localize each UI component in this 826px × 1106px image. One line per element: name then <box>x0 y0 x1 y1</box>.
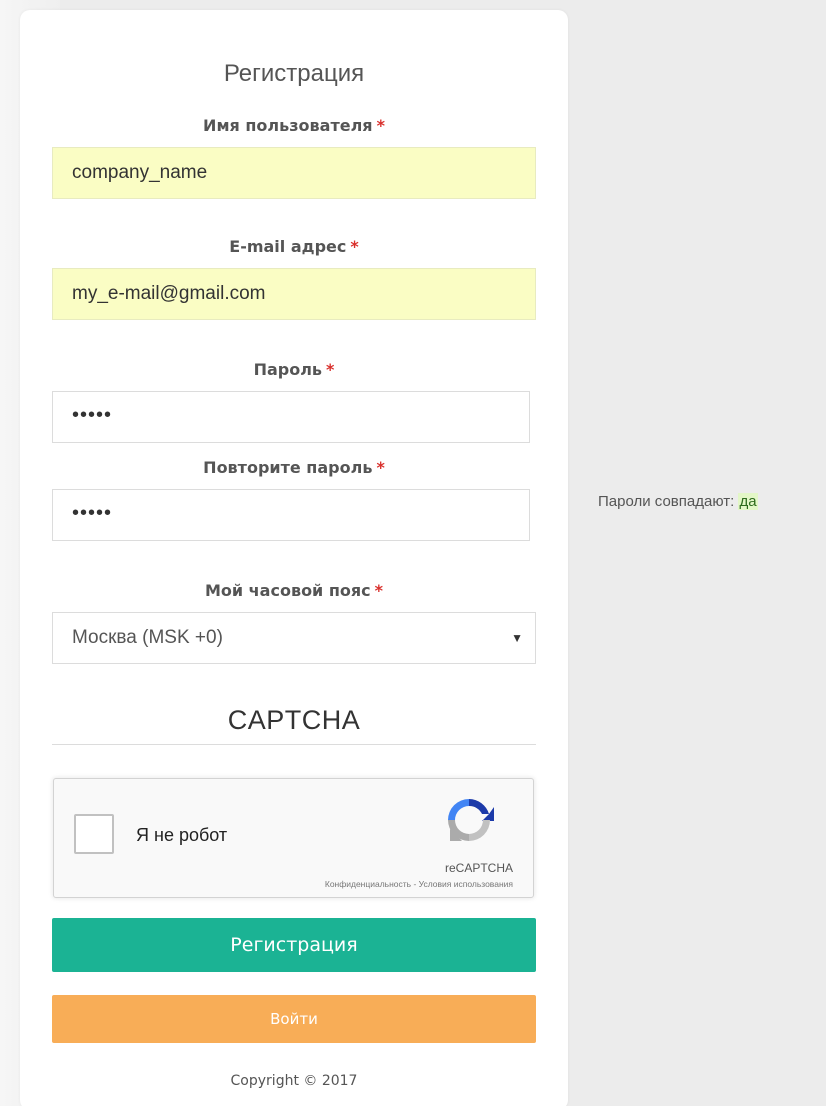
page: Регистрация Имя пользователя * company_na… <box>0 0 826 1106</box>
required-mark: * <box>374 581 384 600</box>
timezone-label-text: Мой часовой пояс <box>204 581 371 600</box>
required-mark: * <box>350 237 359 256</box>
email-label: E-mail адрес * <box>20 237 568 256</box>
username-label-text: Имя пользователя <box>203 116 373 135</box>
required-mark: * <box>376 458 385 477</box>
password-label: Пароль * <box>20 360 568 379</box>
username-value: company_name <box>72 162 208 183</box>
password-value: ••••• <box>72 404 113 426</box>
password-input[interactable]: ••••• <box>52 391 530 443</box>
recaptcha-widget: Я не робот reCAPTCHA Конфиденциальность … <box>53 778 534 898</box>
password-match-text: Пароли совпадают: <box>598 493 739 510</box>
password-repeat-input[interactable]: ••••• <box>52 489 530 541</box>
captcha-title: CAPTCHA <box>227 705 361 735</box>
recaptcha-privacy-terms-links[interactable]: Конфиденциальность - Условия использован… <box>325 879 513 889</box>
password-repeat-label-text: Повторите пароль <box>203 458 373 477</box>
captcha-divider <box>52 744 536 745</box>
password-match-status: Пароли совпадают: да <box>598 493 758 510</box>
recaptcha-label: Я не робот <box>136 825 228 845</box>
username-input[interactable]: company_name <box>52 147 536 199</box>
login-button[interactable]: Войти <box>52 995 536 1043</box>
recaptcha-checkbox[interactable] <box>74 814 114 854</box>
timezone-select[interactable]: Москва (MSK +0) ▼ <box>52 612 536 664</box>
email-input[interactable]: my_e-mail@gmail.com <box>52 268 536 320</box>
timezone-label: Мой часовой пояс * <box>20 581 568 600</box>
email-label-text: E-mail адрес <box>229 237 347 256</box>
required-mark: * <box>376 116 385 135</box>
password-repeat-value: ••••• <box>72 502 113 524</box>
recaptcha-logo-icon <box>448 799 494 841</box>
register-button[interactable]: Регистрация <box>52 918 536 972</box>
form-title: Регистрация <box>223 60 365 87</box>
recaptcha-brand: reCAPTCHA <box>444 861 513 875</box>
password-label-text: Пароль <box>253 360 323 379</box>
password-repeat-label: Повторите пароль * <box>20 458 568 477</box>
copyright: Copyright © 2017 <box>230 1073 358 1089</box>
username-label: Имя пользователя * <box>20 116 568 135</box>
email-value: my_e-mail@gmail.com <box>72 283 266 304</box>
timezone-value: Москва (MSK +0) <box>72 627 223 648</box>
password-match-value: да <box>738 493 758 510</box>
chevron-down-icon: ▼ <box>511 631 523 645</box>
required-mark: * <box>326 360 335 379</box>
registration-card: Регистрация Имя пользователя * company_na… <box>20 10 568 1106</box>
